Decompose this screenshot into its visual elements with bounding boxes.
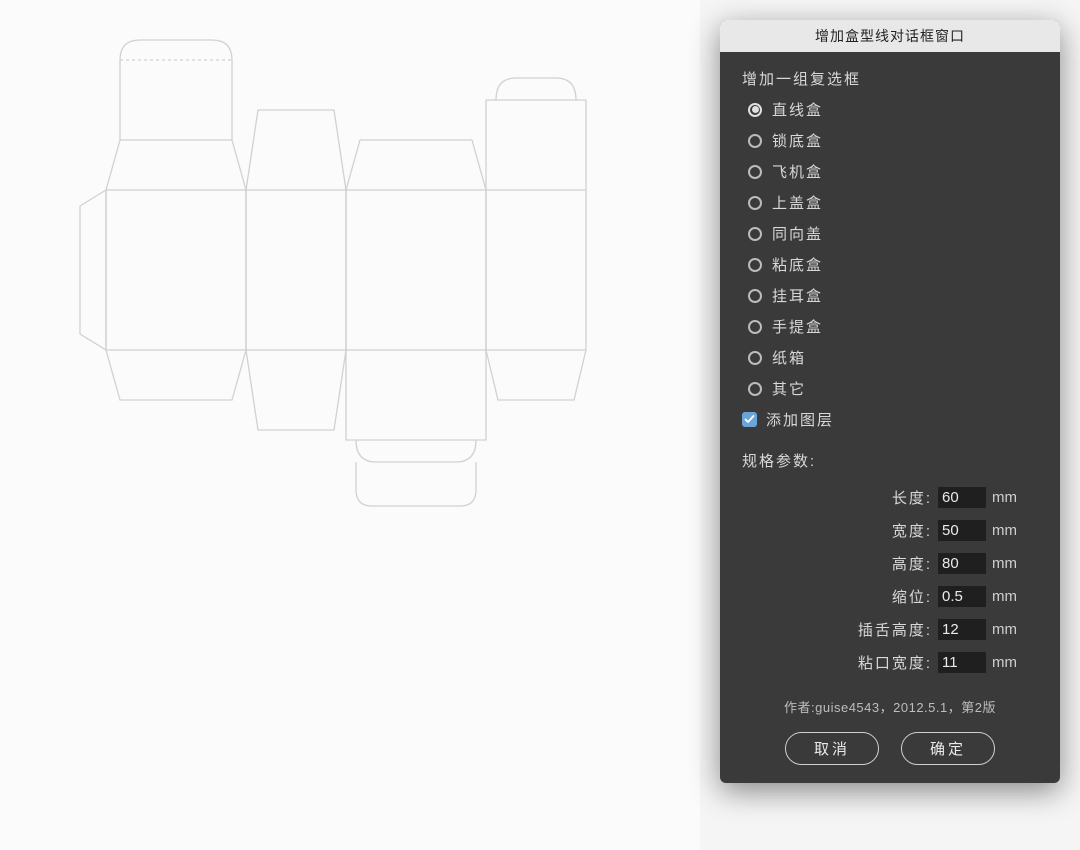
canvas-area [0,0,700,850]
params-section-label: 规格参数: [742,450,1038,471]
box-type-label: 飞机盒 [772,161,823,182]
box-type-radio[interactable]: 纸箱 [748,347,1038,368]
height-input[interactable] [938,553,986,574]
radio-icon [748,134,762,148]
dialog-button-row: 取消 确定 [742,732,1038,765]
tuck_height-input[interactable] [938,619,986,640]
dialog-title: 增加盒型线对话框窗口 [720,20,1060,52]
params-container: 长度: mm 宽度: mm 高度: mm 缩位: mm 插舌高度: mm 粘口宽度: mm [742,487,1038,673]
radio-icon [748,289,762,303]
box-type-label: 手提盒 [772,316,823,337]
radio-icon [748,258,762,272]
param-label: 粘口宽度: [858,652,932,673]
width-input[interactable] [938,520,986,541]
author-line: 作者:guise4543，2012.5.1，第2版 [742,697,1038,716]
radio-icon [748,165,762,179]
box-type-group-label: 增加一组复选框 [742,68,1038,89]
box-type-label: 纸箱 [772,347,806,368]
glue_width-input[interactable] [938,652,986,673]
ok-button[interactable]: 确定 [901,732,995,765]
box-type-radio[interactable]: 锁底盒 [748,130,1038,151]
param-unit: mm [992,489,1028,506]
param-label: 缩位: [892,586,932,607]
param-unit: mm [992,621,1028,638]
radio-icon [748,196,762,210]
param-unit: mm [992,522,1028,539]
box-type-label: 锁底盒 [772,130,823,151]
param-row-glue_width: 粘口宽度: mm [742,652,1038,673]
param-unit: mm [992,555,1028,572]
param-label: 高度: [892,553,932,574]
checkbox-icon [742,412,757,427]
box-dieline-graphic [60,20,660,540]
add-layer-checkbox[interactable]: 添加图层 [742,409,1038,430]
radio-icon [748,227,762,241]
cancel-button[interactable]: 取消 [785,732,879,765]
param-label: 宽度: [892,520,932,541]
box-type-radio[interactable]: 上盖盒 [748,192,1038,213]
radio-icon [748,103,762,117]
box-type-radio[interactable]: 直线盒 [748,99,1038,120]
box-type-radio-list: 直线盒锁底盒飞机盒上盖盒同向盖粘底盒挂耳盒手提盒纸箱其它 [742,99,1038,399]
length-input[interactable] [938,487,986,508]
box-type-radio[interactable]: 挂耳盒 [748,285,1038,306]
param-row-height: 高度: mm [742,553,1038,574]
box-type-radio[interactable]: 粘底盒 [748,254,1038,275]
param-row-length: 长度: mm [742,487,1038,508]
param-row-offset: 缩位: mm [742,586,1038,607]
box-type-radio[interactable]: 手提盒 [748,316,1038,337]
param-label: 插舌高度: [858,619,932,640]
box-type-label: 挂耳盒 [772,285,823,306]
add-box-type-dialog: 增加盒型线对话框窗口 增加一组复选框 直线盒锁底盒飞机盒上盖盒同向盖粘底盒挂耳盒… [720,20,1060,783]
offset-input[interactable] [938,586,986,607]
box-type-radio[interactable]: 其它 [748,378,1038,399]
param-label: 长度: [892,487,932,508]
box-type-label: 其它 [772,378,806,399]
box-type-label: 上盖盒 [772,192,823,213]
add-layer-label: 添加图层 [766,409,834,430]
radio-icon [748,351,762,365]
param-row-tuck_height: 插舌高度: mm [742,619,1038,640]
param-row-width: 宽度: mm [742,520,1038,541]
box-type-label: 同向盖 [772,223,823,244]
box-type-label: 直线盒 [772,99,823,120]
radio-icon [748,320,762,334]
param-unit: mm [992,654,1028,671]
param-unit: mm [992,588,1028,605]
box-type-radio[interactable]: 同向盖 [748,223,1038,244]
box-type-radio[interactable]: 飞机盒 [748,161,1038,182]
radio-icon [748,382,762,396]
box-type-label: 粘底盒 [772,254,823,275]
